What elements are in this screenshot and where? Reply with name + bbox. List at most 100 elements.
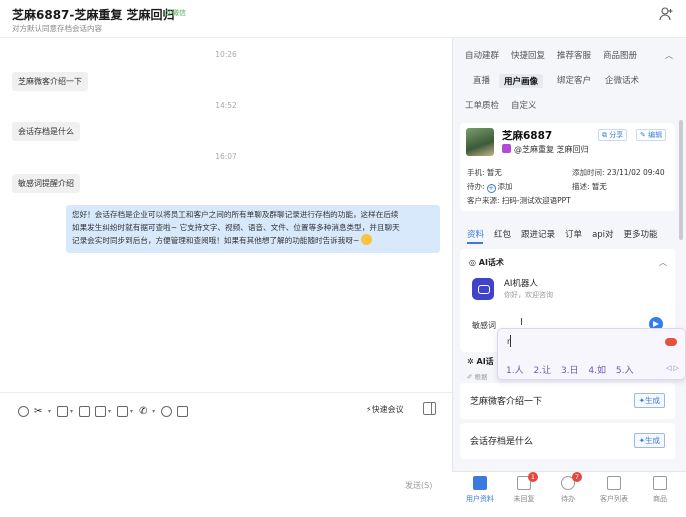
suggestion-text: 会话存档是什么: [470, 437, 534, 447]
message-bubble-right[interactable]: 您好！会话存档是企业可以将员工和客户之间的所有单聊及群聊记录进行存档的功能，这样…: [66, 205, 440, 253]
generate-button[interactable]: ✦生成: [633, 393, 665, 408]
ime-candidate[interactable]: 2.让: [533, 366, 551, 376]
chevron-down-icon[interactable]: ▾: [48, 408, 51, 415]
customer-avatar: [466, 128, 494, 156]
image-icon[interactable]: [57, 405, 69, 417]
tab-recommend-service[interactable]: 推荐客服: [557, 49, 591, 61]
tab-profile-data[interactable]: 资料: [467, 228, 484, 240]
unreplied-badge: 1: [528, 472, 538, 482]
phone-icon[interactable]: ✆: [139, 406, 150, 417]
message-line-text: 记录会实时同步到后台，方便管理和查阅哦！如果有其他想了解的功能随时告诉我呀~: [72, 236, 360, 245]
bag-icon: [653, 476, 667, 490]
phone-value: 暂无: [486, 168, 502, 177]
tab-live[interactable]: 直播: [473, 74, 490, 88]
add-todo-icon[interactable]: +: [486, 184, 496, 193]
side-panel-toggle-icon[interactable]: [423, 402, 436, 415]
panel-scrollbar[interactable]: [679, 120, 683, 240]
user-card-icon: [473, 476, 487, 490]
tab-ticket-qa[interactable]: 工单质检: [465, 99, 499, 111]
message-line: 记录会实时同步到后台，方便管理和查阅哦！如果有其他想了解的功能随时告诉我呀~: [72, 234, 434, 248]
tools-tab-row-3: 工单质检 自定义: [465, 99, 549, 111]
chevron-down-icon[interactable]: ▾: [130, 408, 133, 415]
source-value: 扫码-测试欢迎语PPT: [501, 196, 571, 205]
quick-meeting-button[interactable]: ⚡快速会议: [366, 404, 404, 415]
tab-red-packet[interactable]: 红包: [494, 228, 511, 240]
detail-tabs: 资料 红包 跟进记录 订单 api对 更多功能: [467, 228, 668, 240]
chevron-down-icon[interactable]: ▾: [152, 408, 155, 415]
ime-page-arrows-icon[interactable]: ◁ ▷: [666, 364, 679, 372]
message-time: 14:52: [215, 101, 237, 110]
more-icon[interactable]: [161, 405, 173, 417]
added-time-row: 添加时间: 23/11/02 09:40: [572, 167, 665, 178]
wechat-icon: [502, 144, 511, 153]
collapse-icon[interactable]: ︿: [665, 50, 673, 61]
ime-candidate[interactable]: 4.如: [588, 366, 606, 376]
tab-product-album[interactable]: 商品图册: [603, 49, 637, 61]
tab-more[interactable]: 更多功能: [624, 228, 658, 240]
active-tab-indicator: [467, 242, 483, 244]
description-row: 描述: 暂无: [572, 181, 607, 192]
user-plus-icon[interactable]: [658, 6, 674, 22]
send-button[interactable]: 发送(S): [405, 480, 432, 491]
folder-icon[interactable]: [117, 405, 129, 417]
suggestion-item[interactable]: 会话存档是什么 ✦生成: [460, 423, 675, 459]
ime-caret: [510, 335, 511, 347]
ai-robot-greeting: 你好，欢迎咨询: [504, 291, 553, 299]
message-bubble-left[interactable]: 会话存档是什么: [12, 122, 80, 141]
message-bubble-left[interactable]: 芝麻微客介绍一下: [12, 72, 88, 91]
tab-bind-customer[interactable]: 绑定客户: [557, 74, 591, 88]
tab-quick-reply[interactable]: 快捷回复: [511, 49, 545, 61]
tab-follow-up[interactable]: 跟进记录: [521, 228, 555, 240]
emoji-icon[interactable]: [18, 405, 29, 417]
ime-logo-icon[interactable]: [665, 338, 677, 346]
edit-label: 编辑: [648, 131, 663, 139]
chevron-up-icon[interactable]: ︿: [659, 257, 667, 268]
checklist-icon[interactable]: [95, 405, 107, 417]
message-line: 如果发生纠纷时就有据可查啦~ 它支持文字、视频、语音、文件、位置等多种消息类型，…: [72, 222, 400, 232]
nav-todo[interactable]: 7 待办: [546, 472, 590, 504]
source-label: 客户来源:: [467, 196, 500, 205]
edit-button[interactable]: ✎ 编辑: [636, 129, 667, 141]
file-icon[interactable]: [79, 405, 91, 417]
ime-candidate[interactable]: 1.人: [506, 366, 524, 376]
chat-messages[interactable]: 10:26 芝麻微客介绍一下 14:52 会话存档是什么 16:07 敏感词提醒…: [0, 38, 452, 392]
message-bubble-left[interactable]: 敏感词提醒介绍: [12, 174, 80, 193]
tab-auto-group[interactable]: 自动建群: [465, 49, 499, 61]
tab-custom[interactable]: 自定义: [511, 99, 537, 111]
ai-section-header: ✲ AI话: [467, 357, 494, 366]
ime-candidate[interactable]: 3.日: [561, 366, 579, 376]
generate-button[interactable]: ✦生成: [633, 433, 665, 448]
message-composer[interactable]: ✂ ▾ ▾ ▾ ▾ ✆ ▾ ⚡快速会议 发送(S): [0, 392, 452, 517]
nav-products[interactable]: 商品: [638, 476, 682, 504]
composer-toolbar: ✂ ▾ ▾ ▾ ▾ ✆ ▾: [18, 403, 193, 419]
generate-label: 生成: [645, 396, 660, 405]
add-todo-link[interactable]: 添加: [498, 182, 513, 191]
quick-meeting-label: 快速会议: [371, 405, 404, 414]
ime-candidate-popup[interactable]: r 1.人 2.让 3.日 4.如 5.入 ◁ ▷: [497, 328, 686, 380]
suggestion-item[interactable]: 芝麻微客介绍一下 ✦生成: [460, 383, 675, 419]
ai-section-subtitle: 根据: [474, 373, 488, 381]
chat-subtitle: 对方默认同意存档会话内容: [12, 24, 102, 33]
ime-candidate[interactable]: 5.入: [616, 366, 634, 376]
ai-robot-icon: [472, 278, 494, 300]
tab-api[interactable]: api对: [592, 228, 613, 240]
nav-unreplied[interactable]: 1 未回复: [502, 472, 546, 504]
nav-user-profile[interactable]: 用户资料: [458, 476, 502, 504]
customer-card: 芝麻6887 @芝麻重复 芝麻回归 ⧉ 分享 ✎ 编辑 手机: 暂无 添加时间:…: [460, 123, 675, 211]
share-button[interactable]: ⧉ 分享: [598, 129, 628, 141]
clock-icon[interactable]: [177, 405, 189, 417]
todo-icon: 7: [561, 472, 582, 490]
tab-orders[interactable]: 订单: [565, 228, 582, 240]
tab-wecom-scripts[interactable]: 企微话术: [605, 74, 639, 88]
side-panel-bottom-nav: 用户资料 1 未回复 7 待办 客户列表 商品: [452, 471, 686, 517]
tab-user-profile[interactable]: 用户画像: [499, 74, 544, 88]
nav-unreplied-label: 未回复: [513, 495, 535, 503]
ai-question-input[interactable]: 敏感词: [472, 320, 496, 331]
todo-badge: 7: [572, 472, 582, 482]
chevron-down-icon[interactable]: ▾: [108, 408, 111, 415]
customer-side-panel: 自动建群 快捷回复 推荐客服 商品图册 ︿ 直播 用户画像 绑定客户 企微话术 …: [452, 38, 686, 517]
nav-customer-list[interactable]: 客户列表: [592, 476, 636, 504]
scissors-icon[interactable]: ✂: [34, 406, 46, 417]
chevron-down-icon[interactable]: ▾: [70, 408, 73, 415]
added-time-label: 添加时间:: [572, 168, 605, 177]
